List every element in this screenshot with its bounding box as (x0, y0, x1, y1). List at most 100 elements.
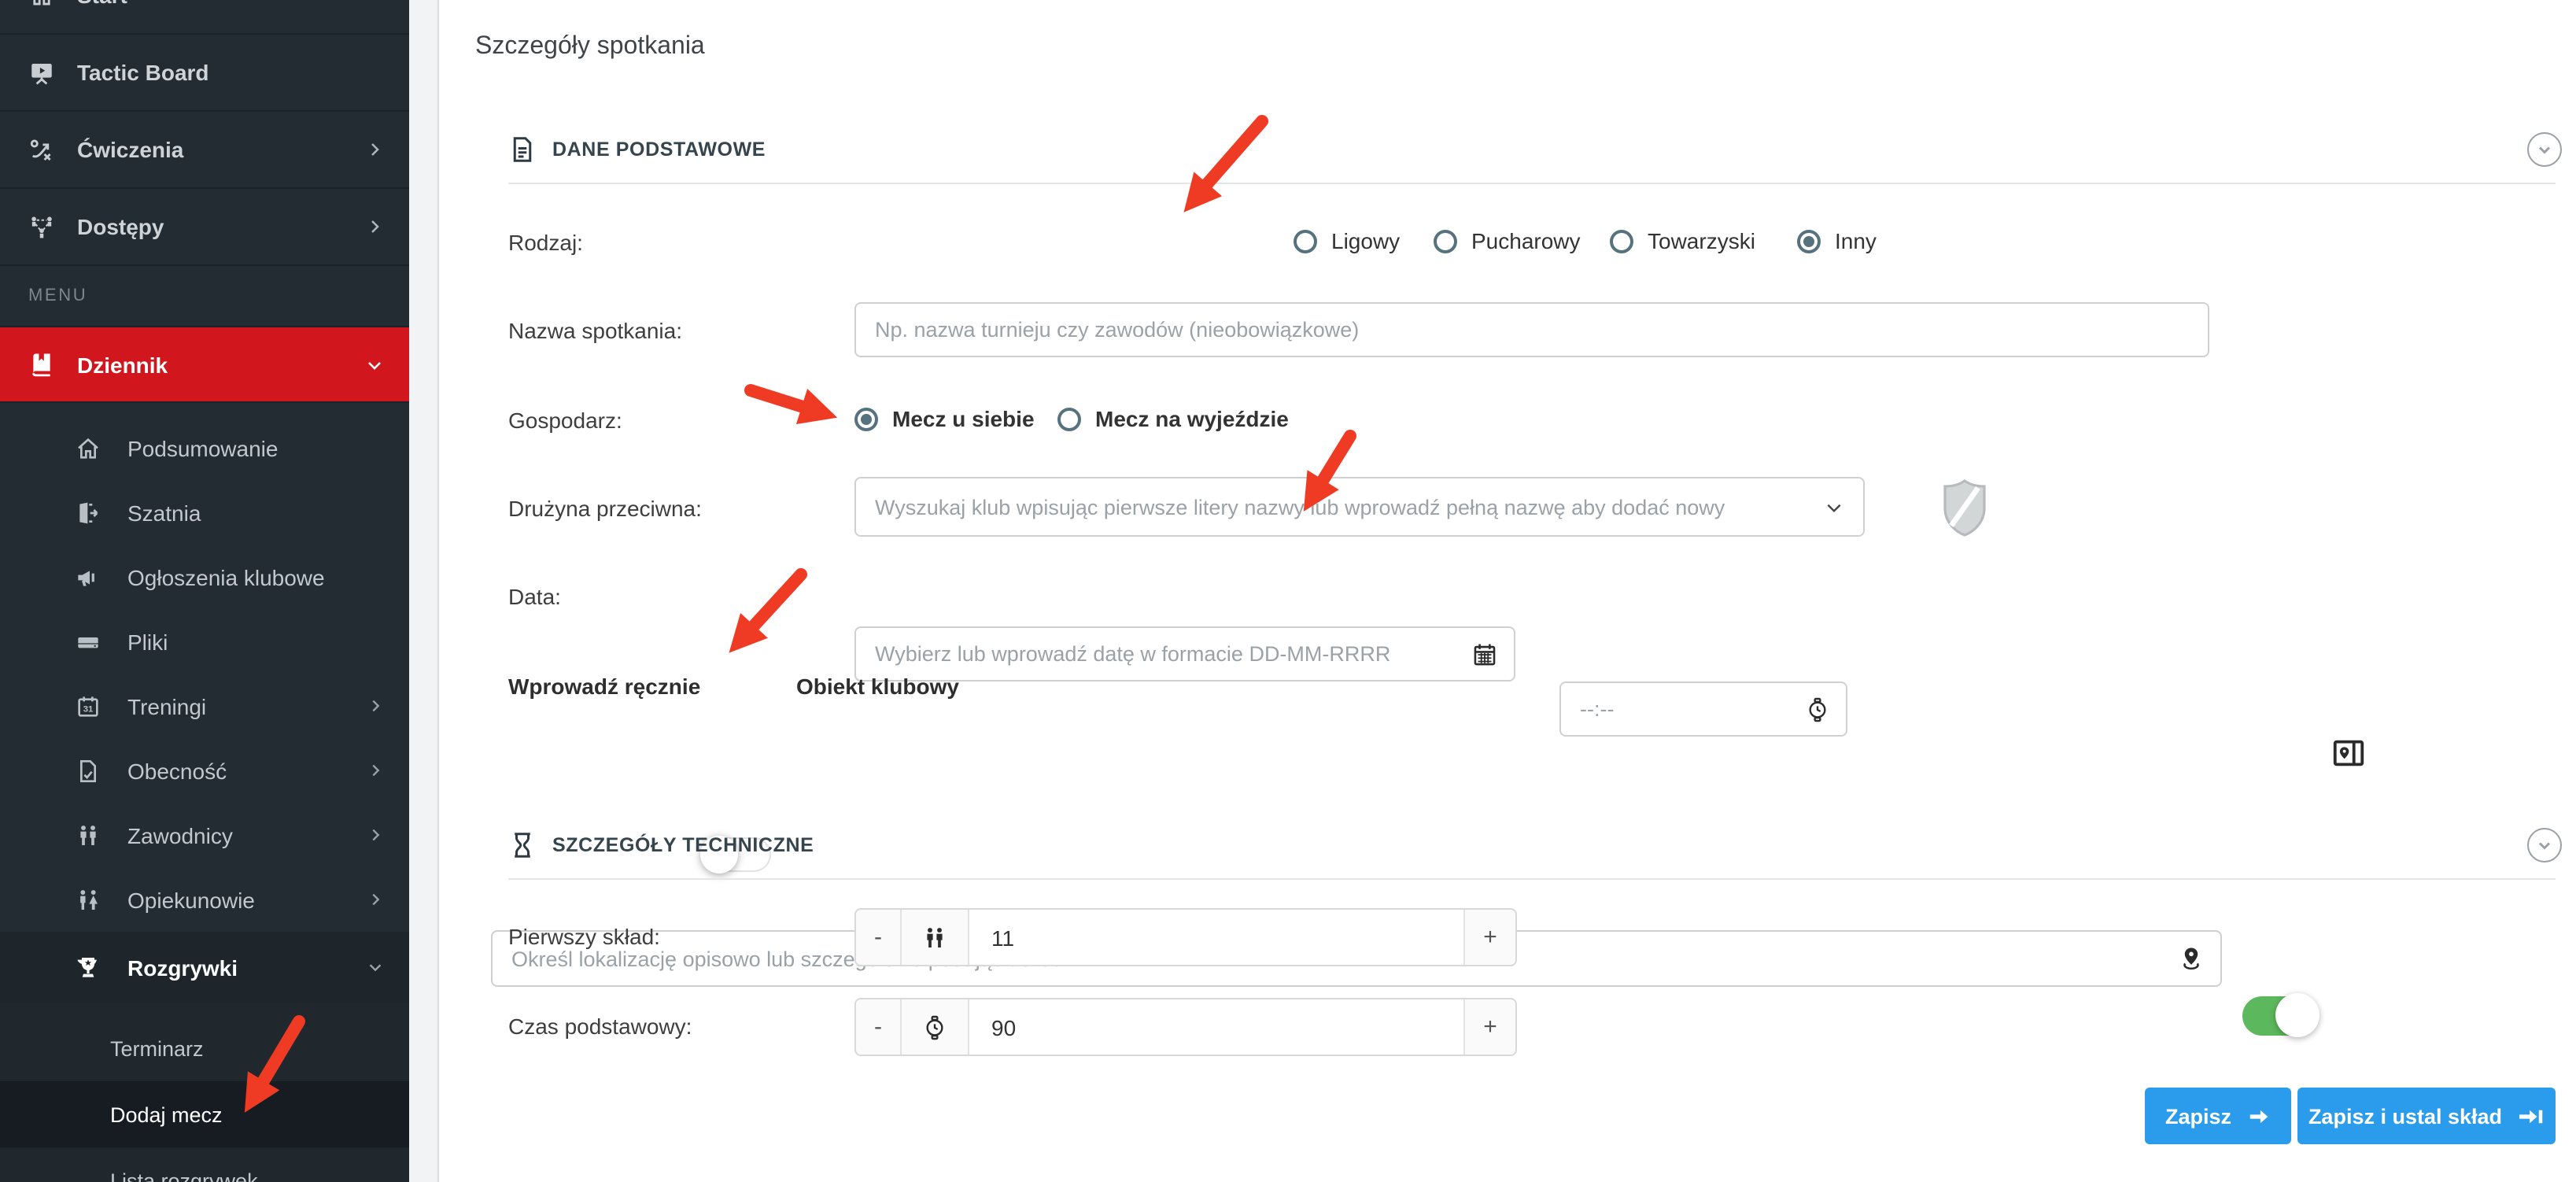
sidebar: Start Tactic Board Ćwiczenia Dostępy (0, 0, 409, 1182)
radio-pucharowy[interactable]: Pucharowy (1434, 228, 1581, 253)
sidebar-item-podsumowanie[interactable]: Podsumowanie (0, 416, 409, 480)
book-icon (28, 351, 55, 378)
sidebar-item-terminarz[interactable]: Terminarz (0, 1015, 409, 1081)
stepper-minus-button[interactable]: - (856, 999, 902, 1055)
sidebar-item-label: Tactic Board (77, 60, 209, 85)
sidebar-item-pliki[interactable]: Pliki (0, 609, 409, 674)
sidebar-item-szatnia[interactable]: Szatnia (0, 480, 409, 545)
gospodarz-label: Gospodarz: (508, 408, 622, 433)
sidebar-item-label: Ogłoszenia klubowe (127, 564, 325, 589)
section-title: SZCZEGÓŁY TECHNICZNE (552, 834, 814, 856)
main-content: Szczegóły spotkania DANE PODSTAWOWE Rodz… (439, 0, 2576, 1182)
radio-circle-selected (854, 407, 878, 430)
collapse-section-technical-button[interactable] (2527, 828, 2562, 862)
save-and-lineup-button[interactable]: Zapisz i ustal skład (2297, 1088, 2556, 1144)
sidebar-item-label: Zawodnicy (127, 822, 233, 848)
section-title: DANE PODSTAWOWE (552, 139, 766, 161)
chevron-down-icon (2535, 140, 2554, 159)
data-label: Data: (508, 584, 561, 609)
radio-label: Mecz na wyjeździe (1095, 406, 1289, 431)
druzyna-combobox[interactable]: Wyszukaj klub wpisując pierwsze litery n… (854, 477, 1865, 537)
obiekt-klubowy-label: Obiekt klubowy (796, 674, 959, 699)
radio-mecz-u-siebie[interactable]: Mecz u siebie (854, 406, 1035, 431)
radio-label: Ligowy (1331, 228, 1400, 253)
section-divider (508, 183, 2556, 184)
sidebar-item-label: Treningi (127, 693, 206, 718)
calendar-icon[interactable] (1471, 641, 1498, 667)
czas-podstawowy-label: Czas podstawowy: (508, 1014, 692, 1039)
sidebar-item-label: Dziennik (77, 352, 168, 377)
section-divider (508, 878, 2556, 880)
megaphone-icon (76, 564, 101, 589)
radio-label: Inny (1835, 228, 1877, 253)
radio-mecz-na-wyjezdzie[interactable]: Mecz na wyjeździe (1057, 406, 1289, 431)
save-button-label: Zapisz (2165, 1104, 2231, 1128)
chevron-down-icon (365, 355, 384, 374)
location-toggle[interactable] (2242, 996, 2316, 1036)
radio-circle (1610, 229, 1633, 253)
radio-towarzyski[interactable]: Towarzyski (1610, 228, 1755, 253)
tactics-icon (28, 136, 55, 163)
chevron-right-icon (367, 697, 384, 715)
sidebar-item-dostepy[interactable]: Dostępy (0, 189, 409, 266)
chevron-right-icon (367, 891, 384, 908)
sidebar-item-tactic-board[interactable]: Tactic Board (0, 35, 409, 112)
sidebar-item-label: Terminarz (110, 1036, 204, 1060)
toggle-knob (2275, 993, 2320, 1037)
sidebar-item-label: Start (77, 0, 127, 7)
sidebar-item-start[interactable]: Start (0, 0, 409, 35)
combobox-placeholder: Wyszukaj klub wpisując pierwsze litery n… (875, 495, 1725, 519)
map-object-icon[interactable] (2331, 735, 2367, 779)
door-exit-icon (76, 500, 101, 525)
calendar-icon: 31 (76, 693, 101, 718)
hourglass-icon (508, 831, 537, 859)
pierwszy-sklad-input[interactable] (969, 910, 1463, 965)
sidebar-item-cwiczenia[interactable]: Ćwiczenia (0, 112, 409, 189)
collapse-section-basic-button[interactable] (2527, 132, 2562, 167)
radio-circle-selected (1797, 229, 1821, 253)
radio-inny[interactable]: Inny (1797, 228, 1877, 253)
save-button[interactable]: Zapisz (2145, 1088, 2291, 1144)
nazwa-input[interactable] (854, 302, 2209, 357)
sidebar-item-dodaj-mecz[interactable]: Dodaj mecz (0, 1081, 409, 1147)
radio-label: Mecz u siebie (892, 406, 1035, 431)
guardians-icon (76, 887, 101, 912)
sidebar-item-dziennik[interactable]: Dziennik (0, 327, 409, 403)
pierwszy-sklad-label: Pierwszy skład: (508, 924, 660, 949)
sidebar-gutter (409, 0, 439, 1182)
arrow-to-bar-icon (2518, 1104, 2545, 1128)
access-users-icon (28, 213, 55, 240)
sidebar-item-lista-rozgrywek[interactable]: Lista rozgrywek (0, 1147, 409, 1182)
sidebar-item-obecnosc[interactable]: Obecność (0, 738, 409, 803)
document-check-icon (76, 758, 101, 783)
watch-icon[interactable] (1805, 696, 1830, 722)
stepper-plus-button[interactable]: + (1463, 999, 1515, 1055)
czas-podstawowy-stepper: - + (854, 998, 1517, 1056)
stepper-minus-button[interactable]: - (856, 910, 902, 965)
sidebar-item-ogloszenia[interactable]: Ogłoszenia klubowe (0, 545, 409, 609)
sidebar-item-opiekunowie[interactable]: Opiekunowie (0, 867, 409, 932)
app-window: Start Tactic Board Ćwiczenia Dostępy (0, 0, 2576, 1182)
czas-podstawowy-input[interactable] (969, 999, 1463, 1055)
sidebar-item-label: Dostępy (77, 214, 164, 239)
sidebar-item-zawodnicy[interactable]: Zawodnicy (0, 803, 409, 867)
map-pin-icon[interactable] (2178, 945, 2205, 972)
players-icon (902, 910, 969, 965)
stepper-plus-button[interactable]: + (1463, 910, 1515, 965)
sidebar-item-label: Rozgrywki (127, 955, 238, 980)
sidebar-item-rozgrywki[interactable]: Rozgrywki (0, 932, 409, 1003)
radio-ligowy[interactable]: Ligowy (1294, 228, 1400, 253)
nazwa-label: Nazwa spotkania: (508, 318, 682, 343)
radio-label: Pucharowy (1471, 228, 1581, 253)
sidebar-item-label: Obecność (127, 758, 227, 783)
chevron-right-icon (367, 762, 384, 779)
tactic-board-icon (28, 59, 55, 86)
sidebar-item-treningi[interactable]: 31 Treningi (0, 674, 409, 738)
dziennik-submenu: Podsumowanie Szatnia Ogłoszenia klubowe … (0, 403, 409, 1182)
watch-icon (902, 999, 969, 1055)
radio-circle (1294, 229, 1317, 253)
document-icon (508, 135, 537, 164)
sidebar-item-label: Podsumowanie (127, 435, 278, 460)
chevron-right-icon (365, 140, 384, 159)
club-shield-icon (1939, 478, 1991, 545)
